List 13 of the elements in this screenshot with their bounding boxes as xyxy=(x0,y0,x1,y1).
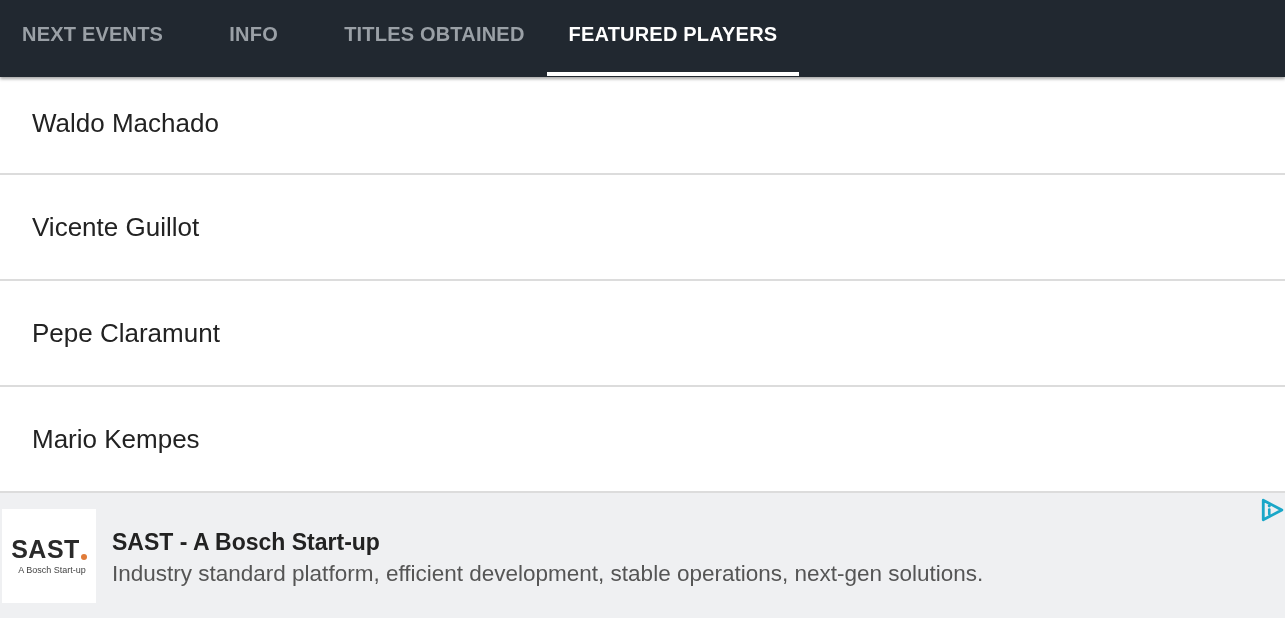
ad-banner[interactable]: SAST A Bosch Start-up SAST - A Bosch Start-up Industry standard platform, efficient development, stable operations, next-gen solutions. xyxy=(0,493,1285,618)
logo-wordmark: SAST xyxy=(11,536,80,562)
tab[interactable]: NEXT EVENTS xyxy=(0,0,186,76)
play-info-icon[interactable] xyxy=(1260,498,1284,522)
tab[interactable]: INFO xyxy=(185,0,323,76)
tab[interactable]: TITLES OBTAINED xyxy=(322,0,547,76)
logo-tagline: A Bosch Start-up xyxy=(18,565,86,575)
ad-description: Industry standard platform, efficient development, stable operations, next-gen solutions. xyxy=(112,559,984,588)
player-list-item[interactable]: Vicente Guillot xyxy=(0,175,1285,281)
ad-title: SAST - A Bosch Start-up xyxy=(112,527,381,557)
tab[interactable]: FEATURED PLAYERS xyxy=(546,0,800,76)
player-list-item[interactable]: Pepe Claramunt xyxy=(0,281,1285,387)
player-list-item[interactable]: Waldo Machado xyxy=(0,77,1285,175)
